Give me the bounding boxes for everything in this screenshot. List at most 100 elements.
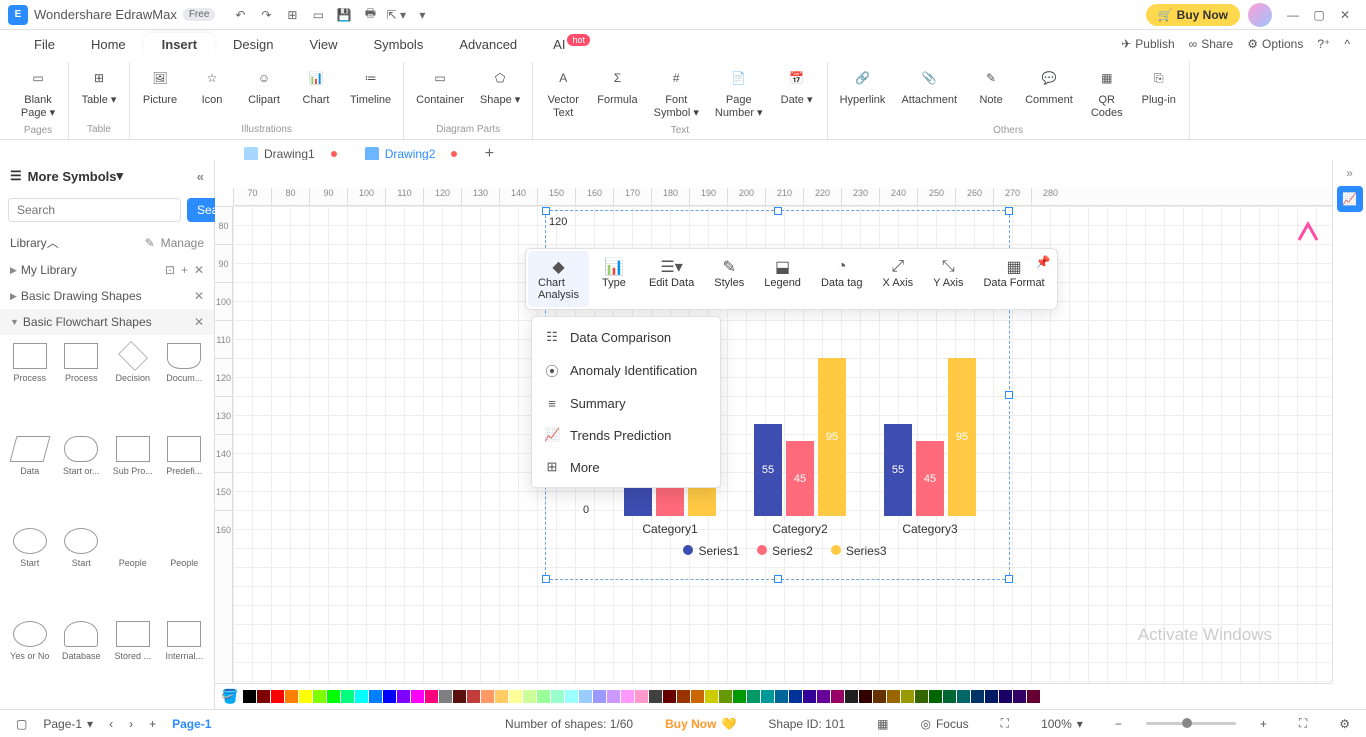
shape-process[interactable]: Process xyxy=(6,339,54,428)
shape-internal[interactable]: Internal... xyxy=(161,617,209,706)
legend-item[interactable]: Series3 xyxy=(831,544,887,558)
color-swatch[interactable] xyxy=(677,690,690,703)
bar[interactable]: 55 xyxy=(884,424,912,516)
legend-item[interactable]: Series2 xyxy=(757,544,813,558)
shape-docum[interactable]: Docum... xyxy=(161,339,209,428)
shape-database[interactable]: Database xyxy=(58,617,106,706)
user-avatar[interactable] xyxy=(1248,3,1272,27)
ribbon-table[interactable]: ⊞Table ▾ xyxy=(73,62,125,122)
menu-view[interactable]: View xyxy=(292,33,356,56)
color-swatch[interactable] xyxy=(439,690,452,703)
bar[interactable]: 45 xyxy=(786,441,814,516)
color-swatch[interactable] xyxy=(467,690,480,703)
color-swatch[interactable] xyxy=(621,690,634,703)
ribbon-hyperlink[interactable]: 🔗Hyperlink xyxy=(832,62,894,123)
color-swatch[interactable] xyxy=(397,690,410,703)
prev-page-button[interactable]: ‹ xyxy=(101,717,121,731)
color-swatch[interactable] xyxy=(593,690,606,703)
color-swatch[interactable] xyxy=(705,690,718,703)
export-button[interactable]: ⇱ ▾ xyxy=(383,2,409,28)
ftb-y-axis[interactable]: ⤡Y Axis xyxy=(923,251,973,307)
resize-handle[interactable] xyxy=(542,207,550,215)
color-swatch[interactable] xyxy=(775,690,788,703)
shape-process[interactable]: Process xyxy=(58,339,106,428)
new-button[interactable]: ⊞ xyxy=(279,2,305,28)
maximize-button[interactable]: ▢ xyxy=(1306,2,1332,28)
ftb-styles[interactable]: ✎Styles xyxy=(704,251,754,307)
resize-handle[interactable] xyxy=(774,207,782,215)
zoom-slider[interactable] xyxy=(1146,722,1236,725)
resize-handle[interactable] xyxy=(1005,575,1013,583)
color-swatch[interactable] xyxy=(341,690,354,703)
color-swatch[interactable] xyxy=(957,690,970,703)
color-swatch[interactable] xyxy=(579,690,592,703)
ribbon-note[interactable]: ✎Note xyxy=(965,62,1017,123)
color-swatch[interactable] xyxy=(859,690,872,703)
lib-add-icon[interactable]: ⊡ xyxy=(165,263,175,277)
more-symbols-header[interactable]: ☰ More Symbols▾« xyxy=(0,160,214,192)
ribbon-qr-codes[interactable]: ▦QRCodes xyxy=(1081,62,1133,123)
color-swatch[interactable] xyxy=(999,690,1012,703)
bar[interactable]: 95 xyxy=(818,358,846,516)
color-swatch[interactable] xyxy=(243,690,256,703)
color-swatch[interactable] xyxy=(663,690,676,703)
open-button[interactable]: ▭ xyxy=(305,2,331,28)
zoom-out-button[interactable]: − xyxy=(1107,717,1130,731)
notif-button[interactable]: ?⁺ xyxy=(1317,37,1330,51)
focus-button[interactable]: ◎ Focus xyxy=(912,717,976,731)
ribbon-timeline[interactable]: ≔Timeline xyxy=(342,62,399,122)
close-icon[interactable]: ✕ xyxy=(194,289,204,303)
ribbon-plug-in[interactable]: ⎘Plug-in xyxy=(1133,62,1185,123)
collapse-ribbon[interactable]: ^ xyxy=(1344,37,1350,51)
color-swatch[interactable] xyxy=(761,690,774,703)
menu-trends-prediction[interactable]: 📈Trends Prediction xyxy=(532,419,720,451)
lib-plus-icon[interactable]: + xyxy=(181,263,188,277)
color-swatch[interactable] xyxy=(453,690,466,703)
ribbon-blank-page[interactable]: ▭BlankPage ▾ xyxy=(12,62,64,123)
redo-button[interactable]: ↷ xyxy=(253,2,279,28)
settings-status-button[interactable]: ⚙ xyxy=(1331,717,1358,731)
shape-stored[interactable]: Stored ... xyxy=(109,617,157,706)
color-swatch[interactable] xyxy=(411,690,424,703)
pin-icon[interactable]: 📌 xyxy=(1036,255,1051,269)
shape-start[interactable]: Start xyxy=(6,524,54,613)
ribbon-font-symbol[interactable]: #FontSymbol ▾ xyxy=(646,62,707,123)
shape-yesorno[interactable]: Yes or No xyxy=(6,617,54,706)
lib-close-icon[interactable]: ✕ xyxy=(194,263,204,277)
basic-flowchart-shapes[interactable]: ▼Basic Flowchart Shapes✕ xyxy=(0,309,214,335)
bar[interactable]: 95 xyxy=(948,358,976,516)
color-swatch[interactable] xyxy=(537,690,550,703)
add-page-button[interactable]: + xyxy=(141,717,164,731)
shape-people[interactable]: People xyxy=(161,524,209,613)
shape-startor[interactable]: Start or... xyxy=(58,432,106,521)
canvas[interactable]: 7080901001101201301401501601701801902002… xyxy=(215,160,1332,683)
resize-handle[interactable] xyxy=(774,575,782,583)
zoom-level[interactable]: 100% ▾ xyxy=(1033,717,1091,731)
ribbon-clipart[interactable]: ☺Clipart xyxy=(238,62,290,122)
color-swatch[interactable] xyxy=(873,690,886,703)
minimize-button[interactable]: — xyxy=(1280,2,1306,28)
ribbon-icon[interactable]: ☆Icon xyxy=(186,62,238,122)
ftb-chart-analysis[interactable]: ◆ChartAnalysis xyxy=(528,251,589,307)
shape-subpro[interactable]: Sub Pro... xyxy=(109,432,157,521)
ribbon-formula[interactable]: ΣFormula xyxy=(589,62,645,123)
ftb-type[interactable]: 📊Type xyxy=(589,251,639,307)
ribbon-attachment[interactable]: 📎Attachment xyxy=(893,62,965,123)
manage-library[interactable]: ✎ Manage xyxy=(145,236,204,250)
buy-now-status[interactable]: Buy Now 💛 xyxy=(657,717,744,731)
menu-design[interactable]: Design xyxy=(215,33,291,56)
undo-button[interactable]: ↶ xyxy=(227,2,253,28)
color-swatch[interactable] xyxy=(733,690,746,703)
color-swatch[interactable] xyxy=(369,690,382,703)
fit-button[interactable]: ⛶ xyxy=(993,716,1017,731)
resize-handle[interactable] xyxy=(1005,391,1013,399)
color-swatch[interactable] xyxy=(495,690,508,703)
shape-start[interactable]: Start xyxy=(58,524,106,613)
save-button[interactable]: 💾 xyxy=(331,2,357,28)
color-swatch[interactable] xyxy=(299,690,312,703)
search-input[interactable] xyxy=(8,198,181,222)
menu-file[interactable]: File xyxy=(16,33,73,56)
ribbon-comment[interactable]: 💬Comment xyxy=(1017,62,1081,123)
color-swatch[interactable] xyxy=(509,690,522,703)
ftb-legend[interactable]: ⬓Legend xyxy=(754,251,811,307)
